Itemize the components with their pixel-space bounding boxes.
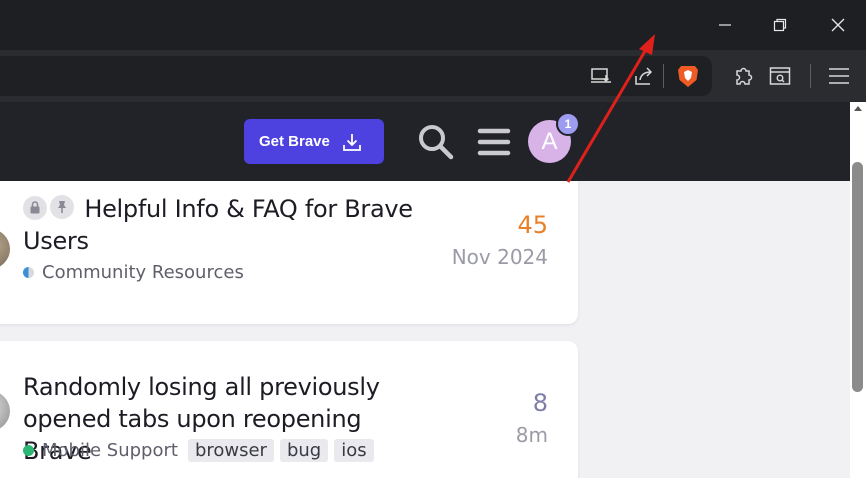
search-button[interactable]	[414, 120, 458, 164]
lock-icon	[23, 195, 47, 220]
menu-icon	[829, 68, 849, 84]
poster-avatar[interactable]	[0, 229, 10, 269]
avatar-letter: A	[541, 127, 558, 155]
brave-shields-button[interactable]	[674, 62, 702, 90]
topic-card[interactable]: Helpful Info & FAQ for Brave Users Commu…	[0, 181, 578, 324]
last-activity[interactable]: 8m	[516, 423, 548, 447]
restore-button[interactable]	[752, 4, 808, 46]
notification-count: 1	[564, 117, 572, 131]
window-titlebar	[0, 0, 866, 50]
download-icon	[342, 133, 361, 151]
reply-count[interactable]: 8	[533, 389, 548, 417]
get-brave-button[interactable]: Get Brave	[244, 119, 384, 164]
browser-menu-button[interactable]	[825, 62, 853, 90]
browser-toolbar	[0, 50, 866, 102]
topic-meta: Mobile Support browser bug ios	[23, 439, 374, 462]
site-header: Get Brave A 1	[0, 102, 850, 181]
pin-icon	[50, 195, 74, 219]
notification-badge[interactable]: 1	[556, 112, 580, 136]
close-window-button[interactable]	[810, 4, 866, 46]
minimize-icon	[719, 24, 731, 26]
page-scrollbar[interactable]	[850, 102, 866, 478]
wallet-icon	[769, 67, 791, 85]
category-badge-icon	[23, 445, 34, 456]
topic-list: Helpful Info & FAQ for Brave Users Commu…	[0, 181, 850, 478]
topic-category[interactable]: Community Resources	[42, 262, 244, 283]
minimize-button[interactable]	[697, 4, 753, 46]
close-icon	[831, 18, 845, 32]
topic-tag[interactable]: ios	[334, 439, 374, 462]
extensions-icon	[736, 67, 753, 85]
toolbar-separator	[663, 64, 664, 88]
topic-meta: Community Resources	[23, 262, 244, 283]
toolbar-separator	[810, 64, 811, 88]
restore-icon	[773, 18, 787, 32]
extensions-button[interactable]	[729, 62, 757, 90]
scroll-up-icon[interactable]	[854, 106, 862, 111]
brave-shields-icon	[678, 66, 698, 87]
topic-tag[interactable]: bug	[279, 439, 329, 462]
reply-count[interactable]: 45	[517, 211, 548, 239]
topic-title-text: Helpful Info & FAQ for Brave Users	[23, 195, 413, 255]
category-badge-icon	[23, 267, 34, 278]
topic-category[interactable]: Mobile Support	[42, 440, 178, 461]
scrollbar-thumb[interactable]	[852, 162, 863, 392]
last-activity[interactable]: Nov 2024	[452, 245, 548, 269]
share-icon	[635, 67, 653, 85]
topic-card[interactable]: Randomly losing all previously opened ta…	[0, 341, 578, 478]
wallet-button[interactable]	[766, 62, 794, 90]
poster-avatar[interactable]	[0, 391, 10, 431]
search-icon	[419, 125, 454, 160]
site-menu-button[interactable]	[472, 120, 516, 164]
cast-button[interactable]	[587, 62, 615, 90]
share-button[interactable]	[630, 62, 658, 90]
topic-tag[interactable]: browser	[187, 439, 274, 462]
hamburger-icon	[477, 128, 511, 156]
cast-icon	[591, 68, 611, 83]
get-brave-label: Get Brave	[259, 133, 330, 150]
topic-title[interactable]: Helpful Info & FAQ for Brave Users	[23, 193, 423, 257]
